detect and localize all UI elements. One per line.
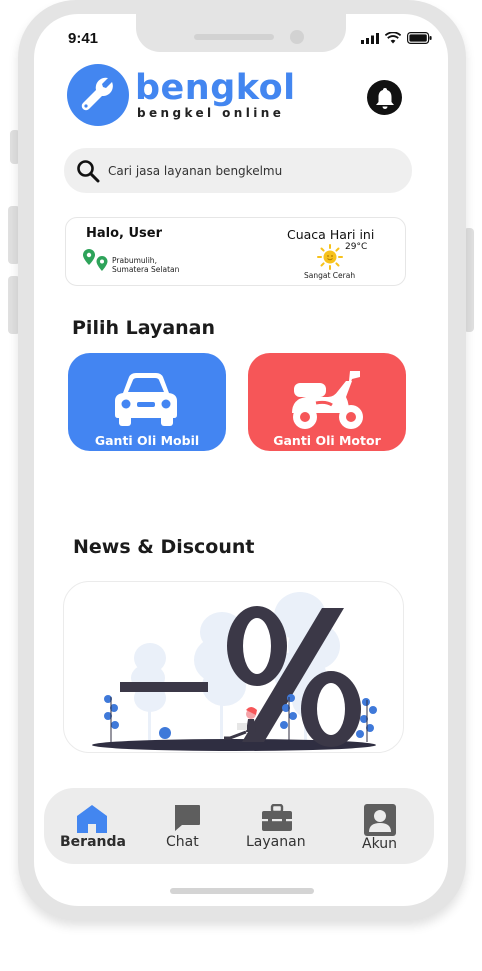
app-screen: 9:41 bengkol bengkel online Cari jasa la… [34, 14, 448, 906]
discount-banner[interactable] [63, 581, 404, 753]
service-label-car: Ganti Oli Mobil [94, 433, 200, 448]
location-city: Prabumulih, [112, 256, 157, 265]
location-pin-icon [83, 249, 108, 271]
weather-description: Sangat Cerah [304, 271, 356, 280]
notch [136, 14, 346, 52]
news-heading: News & Discount [73, 536, 255, 558]
nav-item-akun[interactable]: Akun [356, 788, 404, 864]
location-province: Sumatera Selatan [112, 265, 180, 274]
wifi-icon [385, 32, 401, 44]
service-label-motorcycle: Ganti Oli Motor [273, 433, 381, 448]
location-text: Prabumulih, Sumatera Selatan [112, 256, 179, 274]
toolbox-icon [262, 804, 292, 831]
logo-subtitle: bengkel online [137, 106, 285, 120]
temperature-text: 29°C [345, 242, 368, 252]
notification-bell-icon[interactable] [367, 80, 402, 115]
motorcycle-icon [292, 371, 363, 429]
home-icon [77, 805, 107, 833]
service-card-car-oil[interactable]: Ganti Oli Mobil [68, 353, 226, 451]
app-logo: bengkol bengkel online [67, 64, 296, 126]
battery-icon [407, 32, 432, 44]
greeting-card: Halo, User Prabumulih, Sumatera Selatan … [65, 217, 406, 286]
sun-icon [317, 244, 343, 270]
service-card-motorcycle-oil[interactable]: Ganti Oli Motor [248, 353, 406, 451]
nav-item-beranda[interactable]: Beranda [60, 788, 126, 864]
nav-label-chat: Chat [166, 834, 199, 850]
nav-item-layanan[interactable]: Layanan [244, 788, 308, 864]
status-icons [361, 32, 432, 44]
nav-item-chat[interactable]: Chat [160, 788, 208, 864]
front-camera [290, 30, 304, 44]
chat-icon [175, 805, 200, 831]
services-heading: Pilih Layanan [72, 317, 216, 339]
wrench-icon [67, 64, 129, 126]
logo-title: bengkol [135, 68, 296, 108]
nav-label-beranda: Beranda [60, 834, 126, 850]
weather-title: Cuaca Hari ini [287, 227, 375, 242]
account-icon [364, 804, 396, 836]
bottom-navigation: Beranda Chat Layanan Akun [44, 788, 434, 864]
status-time: 9:41 [68, 30, 99, 47]
signal-icon [361, 32, 379, 44]
search-input[interactable]: Cari jasa layanan bengkelmu [108, 164, 282, 178]
home-indicator[interactable] [170, 888, 314, 894]
car-icon [115, 373, 177, 426]
discount-illustration [92, 592, 377, 751]
search-bar[interactable]: Cari jasa layanan bengkelmu [64, 148, 412, 193]
speaker [194, 34, 274, 40]
greeting-text: Halo, User [86, 226, 163, 241]
nav-label-akun: Akun [362, 836, 397, 852]
search-icon [77, 159, 100, 182]
nav-label-layanan: Layanan [246, 834, 306, 850]
